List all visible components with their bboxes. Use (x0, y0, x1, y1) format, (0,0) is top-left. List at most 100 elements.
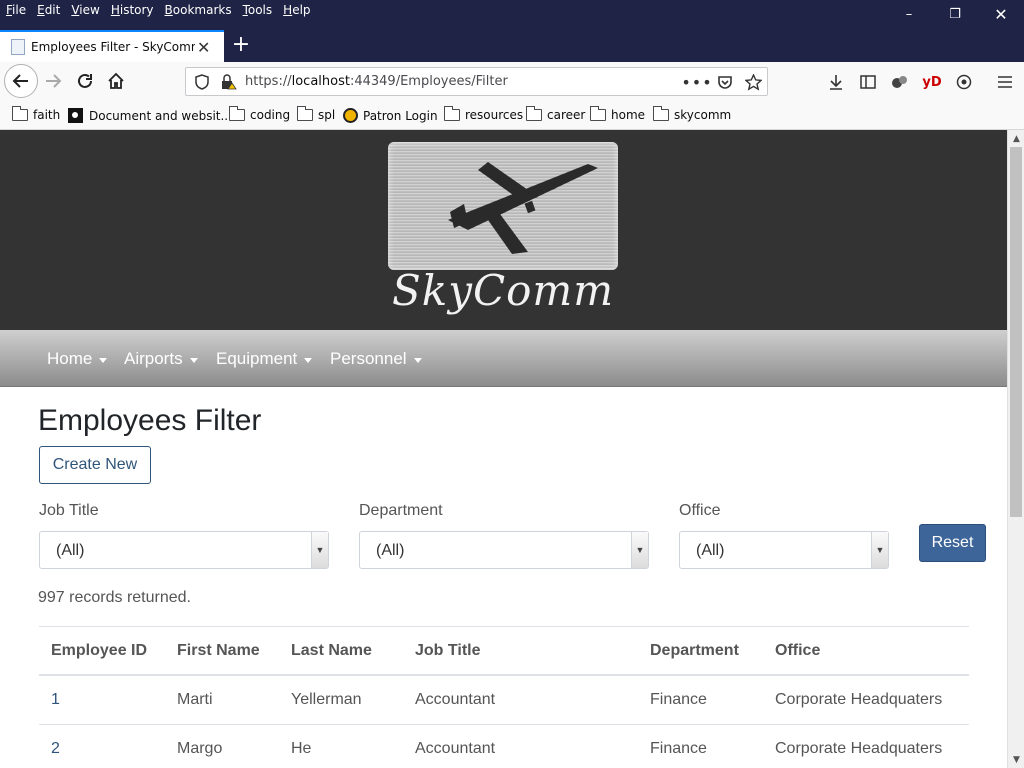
reset-button[interactable]: Reset (919, 524, 986, 562)
pocket-icon[interactable] (715, 73, 735, 91)
menu-bookmarks[interactable]: Bookmarks (165, 3, 232, 17)
patron-icon (343, 108, 358, 123)
bookmark-skycomm[interactable]: skycomm (653, 106, 731, 122)
scroll-thumb[interactable] (1010, 147, 1022, 517)
employee-id-link[interactable]: 2 (51, 725, 60, 768)
department-filter-label: Department (359, 502, 443, 519)
department-cell: Finance (650, 740, 707, 757)
job-title-cell: Accountant (415, 740, 496, 757)
table-row: 1 Marti Yellerman Accountant Finance Cor… (39, 676, 969, 725)
caret-down-icon (189, 357, 198, 363)
page-actions-icon[interactable]: ••• (681, 73, 711, 92)
menu-tools[interactable]: Tools (243, 3, 273, 17)
page-scrollbar[interactable]: ▲ ▼ (1007, 130, 1024, 768)
nav-equipment[interactable]: Equipment (216, 349, 313, 369)
col-job-title[interactable]: Job Title (415, 627, 481, 674)
new-tab-button[interactable]: + (228, 30, 254, 58)
back-button[interactable] (4, 64, 38, 98)
tab-strip: Employees Filter - SkyComm Portal ✕ (0, 28, 1024, 62)
chevron-down-icon: ▼ (311, 532, 328, 568)
table-header: Employee ID First Name Last Name Job Tit… (39, 626, 969, 676)
first-name-cell: Margo (177, 740, 223, 757)
close-window-button[interactable]: ✕ (978, 0, 1024, 28)
hamburger-menu-icon[interactable] (994, 71, 1016, 93)
tab-employees-filter[interactable]: Employees Filter - SkyComm Portal ✕ (0, 30, 224, 62)
restore-button[interactable]: ❐ (932, 0, 978, 28)
chevron-down-icon: ▼ (631, 532, 648, 568)
col-department[interactable]: Department (650, 627, 739, 674)
back-arrow-icon (12, 74, 28, 88)
tracking-shield-icon[interactable] (194, 73, 210, 91)
last-name-cell: Yellerman (291, 691, 362, 708)
records-count: 997 records returned. (38, 589, 191, 606)
folder-icon (653, 106, 669, 121)
nav-personnel[interactable]: Personnel (330, 349, 422, 369)
menu-edit[interactable]: Edit (37, 3, 60, 17)
office-select[interactable]: (All) ▼ (679, 531, 889, 569)
col-office[interactable]: Office (775, 627, 820, 674)
folder-icon (12, 106, 28, 121)
page-title: Employees Filter (38, 404, 262, 437)
menu-file[interactable]: File (6, 3, 26, 17)
insecure-lock-icon[interactable] (220, 73, 238, 91)
site-nav: Home Airports Equipment Personnel (0, 330, 1007, 387)
scroll-down-icon[interactable]: ▼ (1008, 751, 1024, 768)
folder-icon (229, 106, 245, 121)
bookmark-resources[interactable]: resources (444, 106, 523, 122)
folder-icon (590, 106, 606, 121)
menu-help[interactable]: Help (283, 3, 310, 17)
office-cell: Corporate Headquaters (775, 740, 943, 757)
page-favicon-icon (11, 39, 25, 55)
home-icon (108, 72, 124, 89)
employee-id-link[interactable]: 1 (51, 676, 60, 724)
bookmark-coding[interactable]: coding (229, 106, 290, 122)
tab-close-icon[interactable]: ✕ (197, 38, 210, 57)
sidebar-icon[interactable] (857, 71, 879, 93)
first-name-cell: Marti (177, 691, 213, 708)
caret-down-icon (304, 357, 313, 363)
minimize-button[interactable]: – (886, 0, 932, 28)
scroll-up-icon[interactable]: ▲ (1008, 130, 1024, 147)
chevron-down-icon: ▼ (871, 532, 888, 568)
forward-button[interactable] (38, 66, 68, 96)
employees-table: Employee ID First Name Last Name Job Tit… (39, 626, 969, 768)
extension-balls-icon[interactable] (889, 71, 911, 93)
site-banner: SkyComm (0, 130, 1007, 330)
department-cell: Finance (650, 691, 707, 708)
office-cell: Corporate Headquaters (775, 691, 943, 708)
address-bar[interactable]: https://localhost:44349/Employees/Filter… (185, 67, 768, 96)
url-text[interactable]: https://localhost:44349/Employees/Filter (245, 74, 508, 89)
nav-home[interactable]: Home (47, 349, 108, 369)
skycomm-logo-text: SkyComm (392, 266, 615, 315)
caret-down-icon (413, 357, 422, 363)
bookmark-spl[interactable]: spl (297, 106, 335, 122)
bookmark-home[interactable]: home (590, 106, 645, 122)
bookmark-patron-login[interactable]: Patron Login (343, 108, 438, 123)
col-employee-id[interactable]: Employee ID (51, 627, 147, 674)
extension-spiral-icon[interactable] (953, 71, 975, 93)
nav-airports[interactable]: Airports (124, 349, 198, 369)
downloads-icon[interactable] (825, 71, 847, 93)
bookmark-faith[interactable]: faith (12, 106, 60, 122)
job-title-select[interactable]: (All) ▼ (39, 531, 329, 569)
create-new-button[interactable]: Create New (39, 446, 151, 484)
folder-icon (297, 106, 313, 121)
job-title-cell: Accountant (415, 691, 496, 708)
caret-down-icon (99, 357, 108, 363)
menu-history[interactable]: History (111, 3, 154, 17)
bookmark-career[interactable]: career (526, 106, 585, 122)
department-select[interactable]: (All) ▼ (359, 531, 649, 569)
yd-extension-icon[interactable]: yD (921, 71, 943, 93)
bookmark-document-and-website[interactable]: Document and websit... (68, 108, 232, 123)
reload-button[interactable] (70, 66, 100, 96)
airplane-logo-image (388, 142, 618, 270)
bookmark-star-icon[interactable] (743, 73, 763, 91)
home-button[interactable] (101, 66, 131, 96)
office-filter-label: Office (679, 502, 721, 519)
reload-icon (78, 73, 92, 88)
last-name-cell: He (291, 740, 312, 757)
col-first-name[interactable]: First Name (177, 627, 260, 674)
col-last-name[interactable]: Last Name (291, 627, 372, 674)
menu-view[interactable]: View (71, 3, 99, 17)
page-viewport: SkyComm Home Airports Equipment Personne… (0, 130, 1007, 768)
